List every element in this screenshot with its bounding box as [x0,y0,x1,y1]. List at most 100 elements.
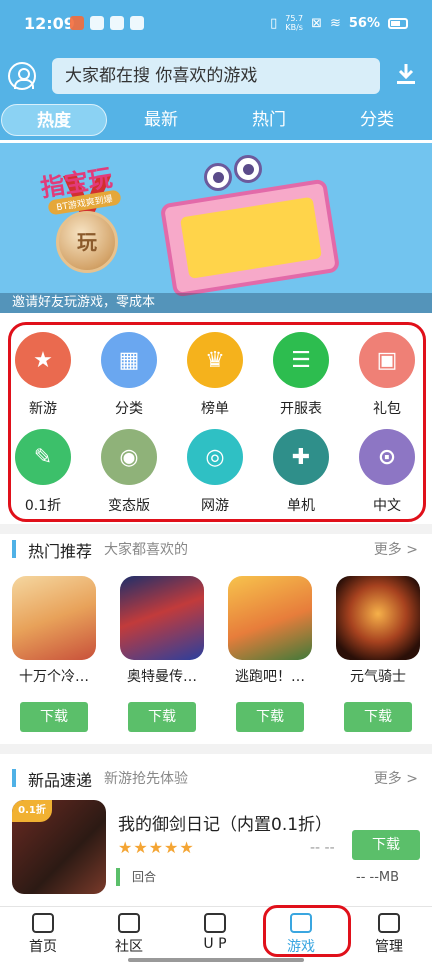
nav-label: 首页 [29,939,57,955]
status-right: ▯ 75.7 KB/s ⊠ ≋ 56% [270,14,408,32]
console-icon: ✚ [273,429,329,485]
category-label: 网游 [201,498,229,514]
network-speed-value: 75.7 [285,14,304,23]
nav-community[interactable]: 社区 [86,913,172,956]
grid-glyph: ▦ [118,347,140,373]
category-label: 新游 [29,401,57,417]
section-divider [0,744,432,754]
download-button[interactable]: 下载 [352,830,420,860]
controller-glyph: ⊙ [377,444,397,470]
tab-latest[interactable]: 最新 [108,104,214,136]
list-glyph: ☰ [291,347,311,373]
community-icon [118,913,140,933]
nav-label: 社区 [115,939,143,955]
app-notification-icon [70,16,84,30]
new-game-item[interactable]: 0.1折 我的御剑日记（内置0.1折） ★★★★★ -- -- 回合 -- --… [10,800,422,898]
category-bt-version[interactable]: ◉ 变态版 [89,429,169,515]
game-icon [336,576,420,660]
online-game-icon: ◎ [187,429,243,485]
new-game-title: 我的御剑日记（内置0.1折） [118,815,333,835]
category-icon: ▦ [101,332,157,388]
gamepad-glyph: ◉ [119,444,139,470]
new-section-header: 新品速递 新游抢先体验 更多 > [0,763,432,791]
category-chinese[interactable]: ⊙ 中文 [347,429,427,515]
category-label: 榜单 [201,401,229,417]
home-icon [32,913,54,933]
promo-banner[interactable]: 玩 指宝玩 BT游戏爽到爆 邀请好友玩游戏，零成本 [0,143,432,313]
download-button[interactable]: 下载 [236,702,304,732]
category-label: 变态版 [108,498,150,514]
server-list-icon: ☰ [273,332,329,388]
category-discount[interactable]: ✎ 0.1折 [3,429,83,515]
vibrate-icon: ▯ [270,15,278,31]
nav-label: U P [203,936,227,952]
category-gift[interactable]: ▣ 礼包 [347,332,427,418]
nav-home[interactable]: 首页 [0,913,86,956]
tab-hot[interactable]: 热度 [1,104,107,136]
battery-percent: 56% [348,15,380,31]
network-speed: 75.7 KB/s [285,14,303,32]
section-accent-bar [12,540,16,558]
nav-highlight-outline [263,905,351,957]
category-ranking[interactable]: ♛ 榜单 [175,332,255,418]
battery-icon [388,17,408,29]
game-card[interactable]: 十万个冷… 下载 [6,576,102,732]
wifi-icon: ≋ [329,15,341,31]
tab-popular[interactable]: 热门 [216,104,322,136]
download-button[interactable]: 下载 [128,702,196,732]
download-button[interactable]: 下载 [344,702,412,732]
hot-section-title: 热门推荐 [28,542,93,561]
category-new-game[interactable]: ★ 新游 [3,332,83,418]
category-label: 0.1折 [24,498,62,514]
cartoon-eye-icon [204,163,232,191]
category-server-list[interactable]: ☰ 开服表 [261,332,341,418]
nav-manage[interactable]: 管理 [346,913,432,956]
banner-caption: 邀请好友玩游戏，零成本 [0,293,432,313]
tag-accent-bar [116,868,120,886]
discount-badge: 0.1折 [12,800,52,822]
category-single-player[interactable]: ✚ 单机 [261,429,341,515]
game-name: 逃跑吧！… [235,669,305,685]
status-time: 12:09 [24,14,75,33]
category-category[interactable]: ▦ 分类 [89,332,169,418]
game-name: 奥特曼传… [127,669,197,685]
bt-gamepad-icon: ◉ [101,429,157,485]
nav-up[interactable]: U P [172,913,258,952]
section-accent-bar [12,769,16,787]
game-card[interactable]: 逃跑吧！… 下载 [222,576,318,732]
category-label: 礼包 [373,401,401,417]
nav-label: 管理 [375,939,403,955]
game-tag: 回合 [132,870,157,884]
game-icon [228,576,312,660]
rating-stars: ★★★★★ [118,838,195,857]
game-card[interactable]: 奥特曼传… 下载 [114,576,210,732]
download-button[interactable]: 下载 [20,702,88,732]
crown-notification-icon [130,16,144,30]
crown-icon: ♛ [187,332,243,388]
game-name: 元气骑士 [350,669,406,685]
tab-category[interactable]: 分类 [324,104,430,136]
ticket-glyph: ✎ [33,444,53,470]
status-bar: 12:09 ▯ 75.7 KB/s ⊠ ≋ 56% [0,0,432,50]
hot-section-header: 热门推荐 大家都喜欢的 更多 > [0,534,432,562]
game-icon [120,576,204,660]
category-label: 开服表 [280,401,322,417]
status-notification-icons [70,16,144,30]
rating-value: -- -- [310,840,335,856]
hot-more-link[interactable]: 更多 > [374,539,418,559]
upload-icon [204,913,226,933]
category-label: 中文 [373,498,401,514]
game-card[interactable]: 元气骑士 下载 [330,576,426,732]
gesture-home-bar[interactable] [128,958,304,962]
discount-icon: ✎ [15,429,71,485]
download-icon[interactable] [396,62,416,86]
category-label: 单机 [287,498,315,514]
hot-section-subtitle: 大家都喜欢的 [104,542,188,558]
console-glyph: ✚ [291,444,311,470]
gift-icon: ▣ [359,332,415,388]
sim-off-icon: ⊠ [311,15,322,31]
user-avatar-icon[interactable] [8,62,36,90]
category-online-game[interactable]: ◎ 网游 [175,429,255,515]
new-more-link[interactable]: 更多 > [374,768,418,788]
search-input[interactable]: 大家都在搜 你喜欢的游戏 [52,58,380,94]
